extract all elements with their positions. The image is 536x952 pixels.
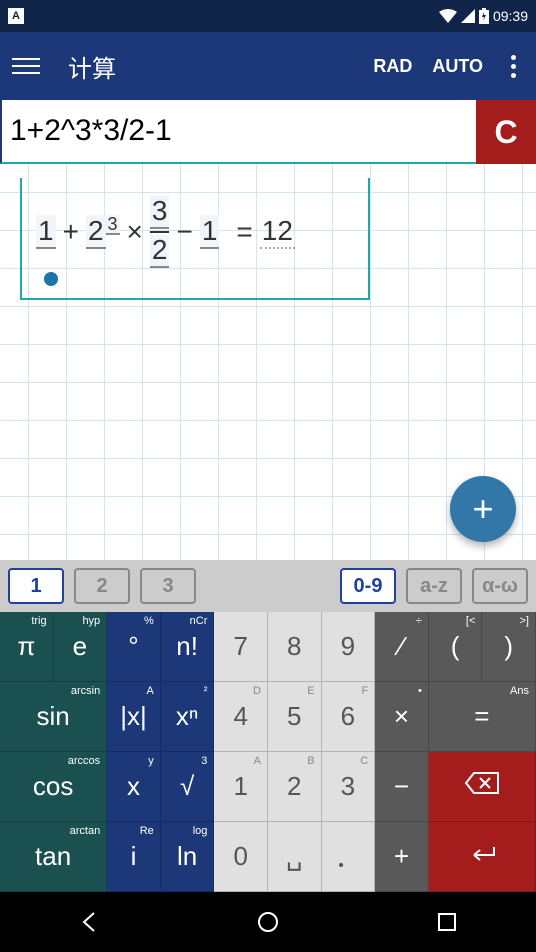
- tab-mode-letters[interactable]: a-z: [406, 568, 462, 604]
- nav-bar: [0, 892, 536, 952]
- expression-input[interactable]: 1+2^3*3/2-1: [0, 100, 476, 164]
- key-9[interactable]: 9: [322, 612, 376, 682]
- auto-button[interactable]: AUTO: [432, 56, 483, 77]
- key-divide[interactable]: ÷∕: [375, 612, 429, 682]
- result-area[interactable]: 1 + 2 3 × 3 2 − 1 = 12 +: [0, 164, 536, 560]
- rad-button[interactable]: RAD: [373, 56, 412, 77]
- eq-power: 2 3: [86, 215, 120, 249]
- tab-page-3[interactable]: 3: [140, 568, 196, 604]
- key-lparen[interactable]: [<(: [429, 612, 483, 682]
- app-title: 计算: [68, 49, 373, 84]
- key-rparen[interactable]: >]): [482, 612, 536, 682]
- key-7[interactable]: 7: [214, 612, 268, 682]
- key-tan[interactable]: arctantan: [0, 822, 107, 892]
- cursor-handle-icon[interactable]: [44, 272, 58, 286]
- key-enter[interactable]: [429, 822, 536, 892]
- key-e[interactable]: hype: [54, 612, 108, 682]
- key-i[interactable]: Rei: [107, 822, 161, 892]
- key-5[interactable]: E5: [268, 682, 322, 752]
- nav-home[interactable]: [218, 911, 318, 933]
- input-bar: 1+2^3*3/2-1 C: [0, 100, 536, 164]
- overflow-menu-icon[interactable]: [503, 55, 524, 78]
- clear-button[interactable]: C: [476, 100, 536, 164]
- key-4[interactable]: D4: [214, 682, 268, 752]
- key-pi[interactable]: trigπ: [0, 612, 54, 682]
- menu-icon[interactable]: [12, 58, 40, 74]
- app-bar: 计算 RAD AUTO: [0, 32, 536, 100]
- nav-back[interactable]: [39, 911, 139, 933]
- key-space[interactable]: ␣: [268, 822, 322, 892]
- key-0[interactable]: 0: [214, 822, 268, 892]
- key-minus[interactable]: −: [375, 752, 429, 822]
- keyboard-indicator: A: [8, 8, 24, 24]
- key-3[interactable]: C3: [322, 752, 376, 822]
- add-fab[interactable]: +: [450, 476, 516, 542]
- key-cos[interactable]: arccoscos: [0, 752, 107, 822]
- key-backspace[interactable]: [429, 752, 536, 822]
- eq-term: 1: [36, 215, 56, 249]
- key-8[interactable]: 8: [268, 612, 322, 682]
- key-times[interactable]: •×: [375, 682, 429, 752]
- wifi-icon: [439, 9, 457, 23]
- key-6[interactable]: F6: [322, 682, 376, 752]
- key-sin[interactable]: arcsinsin: [0, 682, 107, 752]
- eq-equals: =: [236, 216, 252, 248]
- battery-icon: [479, 8, 489, 24]
- tab-mode-digits[interactable]: 0-9: [340, 568, 396, 604]
- key-power[interactable]: ²xⁿ: [161, 682, 215, 752]
- eq-result: 12: [260, 215, 295, 249]
- tab-bar: 1 2 3 0-9 a-z α-ω: [0, 560, 536, 612]
- status-bar: A 09:39: [0, 0, 536, 32]
- key-x[interactable]: yx: [107, 752, 161, 822]
- keyboard: trigπhype%°nCrn!789÷∕[<(>]) arcsinsinA|x|…: [0, 612, 536, 892]
- key-ln[interactable]: logln: [161, 822, 215, 892]
- key-2[interactable]: B2: [268, 752, 322, 822]
- key-dot[interactable]: ．: [322, 822, 376, 892]
- key-factorial[interactable]: nCrn!: [161, 612, 215, 682]
- eq-fraction: 3 2: [150, 196, 170, 268]
- tab-page-2[interactable]: 2: [74, 568, 130, 604]
- eq-op-times: ×: [127, 216, 143, 248]
- key-sqrt[interactable]: 3√: [161, 752, 215, 822]
- nav-recent[interactable]: [397, 912, 497, 932]
- status-time: 09:39: [493, 8, 528, 24]
- signal-icon: [461, 9, 475, 23]
- tab-page-1[interactable]: 1: [8, 568, 64, 604]
- key-degree[interactable]: %°: [107, 612, 161, 682]
- tab-mode-greek[interactable]: α-ω: [472, 568, 528, 604]
- equation-box[interactable]: 1 + 2 3 × 3 2 − 1 = 12: [20, 178, 370, 300]
- eq-op-minus: −: [176, 216, 192, 248]
- eq-op-plus: +: [63, 216, 79, 248]
- key-abs[interactable]: A|x|: [107, 682, 161, 752]
- eq-term: 1: [200, 215, 220, 249]
- key-1[interactable]: A1: [214, 752, 268, 822]
- key-equals[interactable]: Ans=: [429, 682, 536, 752]
- key-plus[interactable]: +: [375, 822, 429, 892]
